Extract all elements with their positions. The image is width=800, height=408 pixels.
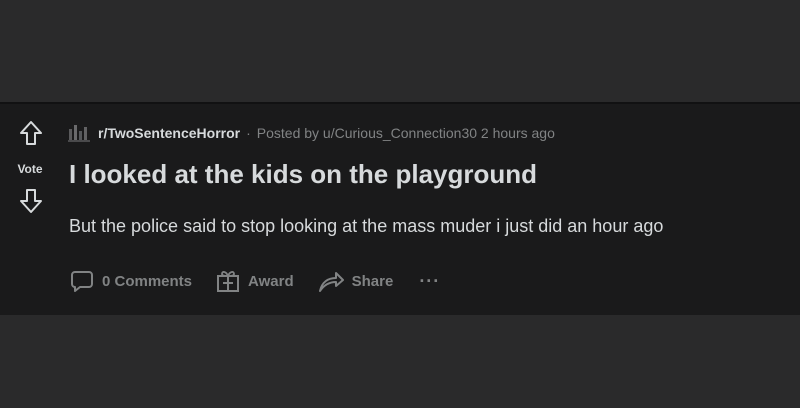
post-actions: 0 Comments Award Share ··· xyxy=(64,264,458,298)
award-button[interactable]: Award xyxy=(210,265,300,297)
posted-by-text: Posted by u/Curious_Connection30 2 hours… xyxy=(256,125,555,141)
post-title[interactable]: I looked at the kids on the playground xyxy=(69,159,537,190)
comments-button[interactable]: 0 Comments xyxy=(64,265,198,297)
share-arrow-icon xyxy=(318,272,344,292)
post-card[interactable]: Vote r/TwoSentenceHorror · Posted by u/C… xyxy=(0,102,800,315)
downvote-arrow-icon[interactable] xyxy=(19,188,43,214)
share-button[interactable]: Share xyxy=(312,265,400,297)
post-body: But the police said to stop looking at t… xyxy=(69,216,664,236)
comments-label: 0 Comments xyxy=(102,272,193,290)
subreddit-link[interactable]: r/TwoSentenceHorror xyxy=(98,125,240,141)
subreddit-avatar-icon[interactable] xyxy=(68,123,90,143)
award-label: Award xyxy=(248,272,294,290)
share-label: Share xyxy=(351,272,394,290)
more-options-button[interactable]: ··· xyxy=(413,267,446,296)
comment-bubble-icon xyxy=(71,271,93,292)
meta-separator: · xyxy=(246,125,251,141)
gift-icon xyxy=(217,271,240,292)
vote-label: Vote xyxy=(17,162,43,176)
upvote-arrow-icon[interactable] xyxy=(19,120,43,146)
vote-column: Vote xyxy=(0,104,60,315)
post-meta: r/TwoSentenceHorror · Posted by u/Curiou… xyxy=(68,122,555,144)
